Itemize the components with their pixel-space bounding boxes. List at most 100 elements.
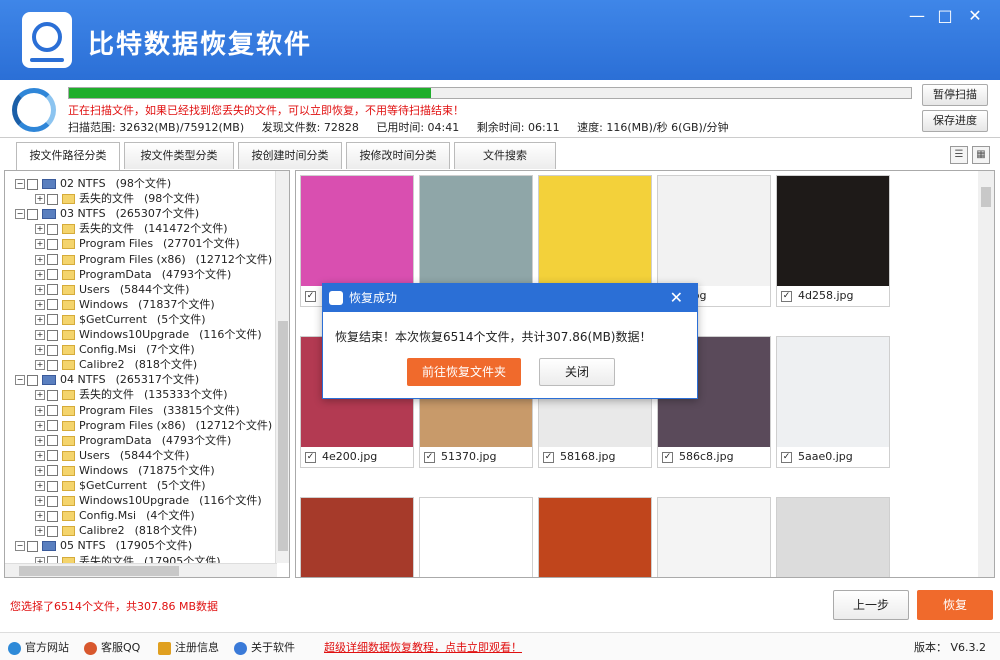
tree-checkbox[interactable] bbox=[47, 269, 58, 281]
expand-toggle-icon[interactable]: − bbox=[15, 179, 25, 189]
expand-toggle-icon[interactable]: + bbox=[35, 496, 45, 507]
expand-toggle-icon[interactable]: + bbox=[35, 314, 45, 325]
tree-checkbox[interactable] bbox=[47, 193, 58, 205]
tree-node[interactable]: + Config.Msi (7个文件) bbox=[35, 342, 195, 357]
tree-node[interactable]: + Calibre2 (818个文件) bbox=[35, 357, 197, 372]
tree-checkbox[interactable] bbox=[47, 284, 58, 296]
close-window-button[interactable]: ✕ bbox=[962, 6, 988, 26]
tab-by-modified[interactable]: 按修改时间分类 bbox=[346, 142, 450, 169]
tree-node[interactable]: + Config.Msi (4个文件) bbox=[35, 508, 195, 523]
expand-toggle-icon[interactable]: + bbox=[35, 420, 45, 431]
tree-node[interactable]: + $GetCurrent (5个文件) bbox=[35, 478, 206, 493]
tree-checkbox[interactable] bbox=[47, 450, 58, 462]
tree-node[interactable]: + ProgramData (4793个文件) bbox=[35, 433, 231, 448]
save-progress-button[interactable]: 保存进度 bbox=[922, 110, 988, 132]
expand-toggle-icon[interactable]: + bbox=[35, 360, 45, 371]
tree-checkbox[interactable] bbox=[47, 359, 58, 371]
tree-node[interactable]: + Program Files (27701个文件) bbox=[35, 236, 240, 251]
file-checkbox[interactable]: ✓ bbox=[305, 451, 316, 463]
tree-horizontal-scrollbar[interactable] bbox=[5, 563, 277, 577]
tree-node[interactable]: + Windows (71837个文件) bbox=[35, 297, 215, 312]
tree-node[interactable]: + 丢失的文件 (98个文件) bbox=[35, 191, 200, 206]
tree-checkbox[interactable] bbox=[47, 223, 58, 235]
tree-checkbox[interactable] bbox=[47, 344, 58, 356]
tree-node[interactable]: + 丢失的文件 (141472个文件) bbox=[35, 221, 228, 236]
tutorial-promo-link[interactable]: 超级详细数据恢复教程，点击立即观看！ bbox=[324, 639, 522, 655]
file-thumbnail[interactable]: ✓ 4d258.jpg bbox=[776, 175, 890, 307]
expand-toggle-icon[interactable]: + bbox=[35, 194, 45, 205]
tree-node[interactable]: + Program Files (x86) (12712个文件) bbox=[35, 418, 272, 433]
tree-checkbox[interactable] bbox=[27, 540, 38, 552]
tree-node[interactable]: − 05 NTFS (17905个文件) bbox=[15, 538, 192, 553]
file-thumbnail[interactable]: ✓ bbox=[419, 497, 533, 577]
file-checkbox[interactable]: ✓ bbox=[305, 290, 316, 302]
tree-node[interactable]: − 03 NTFS (265307个文件) bbox=[15, 206, 199, 221]
tab-by-created[interactable]: 按创建时间分类 bbox=[238, 142, 342, 169]
minimize-button[interactable]: — bbox=[904, 6, 930, 26]
official-site-link[interactable]: 官方网站 bbox=[8, 639, 69, 655]
expand-toggle-icon[interactable]: + bbox=[35, 345, 45, 356]
tree-node[interactable]: − 02 NTFS (98个文件) bbox=[15, 176, 171, 191]
tab-by-type[interactable]: 按文件类型分类 bbox=[124, 142, 234, 169]
file-thumbnail[interactable]: ✓ bbox=[657, 497, 771, 577]
tree-checkbox[interactable] bbox=[27, 374, 38, 386]
expand-toggle-icon[interactable]: − bbox=[15, 375, 25, 386]
tree-checkbox[interactable] bbox=[47, 465, 58, 477]
tree-checkbox[interactable] bbox=[47, 254, 58, 265]
tree-checkbox[interactable] bbox=[47, 314, 58, 326]
expand-toggle-icon[interactable]: − bbox=[15, 541, 25, 552]
open-recovery-folder-button[interactable]: 前往恢复文件夹 bbox=[407, 358, 521, 386]
about-link[interactable]: 关于软件 bbox=[234, 639, 295, 655]
tree-checkbox[interactable] bbox=[47, 495, 58, 507]
pause-scan-button[interactable]: 暂停扫描 bbox=[922, 84, 988, 106]
file-checkbox[interactable]: ✓ bbox=[662, 451, 673, 463]
tree-checkbox[interactable] bbox=[47, 389, 58, 401]
tree-checkbox[interactable] bbox=[47, 405, 58, 416]
dialog-close-button[interactable]: 关闭 bbox=[539, 358, 615, 386]
dialog-close-icon[interactable]: ✕ bbox=[670, 284, 683, 312]
expand-toggle-icon[interactable]: + bbox=[35, 511, 45, 522]
tree-vertical-scrollbar[interactable] bbox=[275, 171, 289, 563]
tree-node[interactable]: + Users (5844个文件) bbox=[35, 282, 189, 297]
tree-node[interactable]: + Program Files (33815个文件) bbox=[35, 403, 240, 418]
expand-toggle-icon[interactable]: + bbox=[35, 390, 45, 401]
expand-toggle-icon[interactable]: + bbox=[35, 224, 45, 235]
file-thumbnail[interactable]: ✓ bbox=[538, 497, 652, 577]
recover-button[interactable]: 恢复 bbox=[917, 590, 993, 620]
file-thumbnail[interactable]: ✓ bbox=[300, 497, 414, 577]
tree-node[interactable]: + Calibre2 (818个文件) bbox=[35, 523, 197, 538]
back-button[interactable]: 上一步 bbox=[833, 590, 909, 620]
file-checkbox[interactable]: ✓ bbox=[781, 290, 792, 302]
tab-file-search[interactable]: 文件搜索 bbox=[454, 142, 556, 169]
expand-toggle-icon[interactable]: + bbox=[35, 465, 45, 476]
expand-toggle-icon[interactable]: + bbox=[35, 269, 45, 280]
tree-checkbox[interactable] bbox=[47, 420, 58, 432]
expand-toggle-icon[interactable]: + bbox=[35, 526, 45, 537]
tree-node[interactable]: − 04 NTFS (265317个文件) bbox=[15, 372, 199, 387]
tree-node[interactable]: + ProgramData (4793个文件) bbox=[35, 267, 231, 282]
expand-toggle-icon[interactable]: + bbox=[35, 299, 45, 310]
tree-node[interactable]: + 丢失的文件 (135333个文件) bbox=[35, 387, 228, 402]
tree-checkbox[interactable] bbox=[47, 510, 58, 522]
tree-node[interactable]: + Users (5844个文件) bbox=[35, 448, 189, 463]
file-checkbox[interactable]: ✓ bbox=[781, 451, 792, 463]
expand-toggle-icon[interactable]: + bbox=[35, 239, 45, 250]
expand-toggle-icon[interactable]: − bbox=[15, 209, 25, 220]
tree-checkbox[interactable] bbox=[47, 299, 58, 311]
tree-node[interactable]: + Windows10Upgrade (116个文件) bbox=[35, 493, 262, 508]
tree-checkbox[interactable] bbox=[47, 525, 58, 537]
tree-node[interactable]: + $GetCurrent (5个文件) bbox=[35, 312, 206, 327]
expand-toggle-icon[interactable]: + bbox=[35, 481, 45, 491]
expand-toggle-icon[interactable]: + bbox=[35, 254, 45, 265]
tree-node[interactable]: + Windows10Upgrade (116个文件) bbox=[35, 327, 262, 342]
tree-checkbox[interactable] bbox=[27, 178, 38, 190]
tree-node[interactable]: + Program Files (x86) (12712个文件) bbox=[35, 252, 272, 267]
tree-checkbox[interactable] bbox=[47, 480, 58, 492]
maximize-button[interactable]: □ bbox=[932, 6, 958, 26]
grid-view-icon[interactable]: ▦ bbox=[972, 146, 990, 164]
support-qq-link[interactable]: 客服QQ bbox=[84, 639, 140, 655]
expand-toggle-icon[interactable]: + bbox=[35, 330, 45, 340]
list-view-icon[interactable]: ☰ bbox=[950, 146, 968, 164]
file-thumbnail[interactable]: ✓ bbox=[776, 497, 890, 577]
file-checkbox[interactable]: ✓ bbox=[424, 451, 435, 463]
